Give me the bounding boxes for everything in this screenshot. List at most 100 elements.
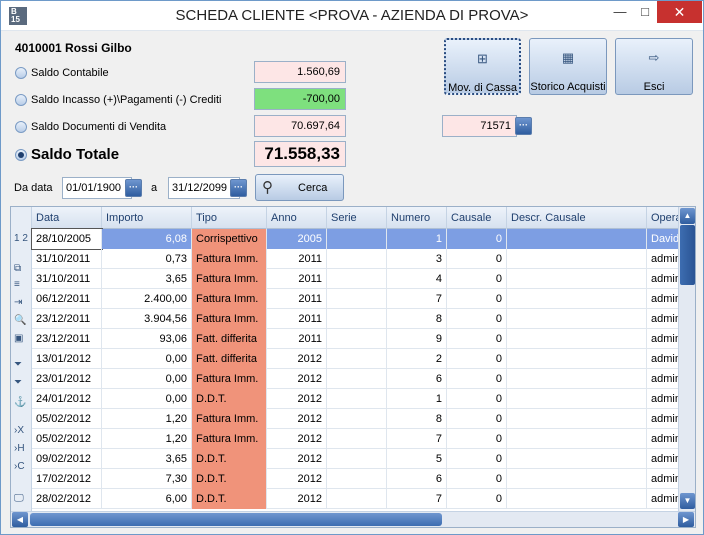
table-row[interactable]: 05/02/2012 1,20 Fattura Imm. 2012 8 0 admin: [32, 409, 687, 429]
table-row[interactable]: 23/12/2011 93,06 Fatt. differita 2011 9 0 admi…: [32, 329, 687, 349]
cell-descr[interactable]: [507, 309, 647, 329]
cell-anno[interactable]: 2012: [267, 449, 327, 469]
cell-importo[interactable]: 3,65: [102, 269, 192, 289]
cell-descr[interactable]: [507, 469, 647, 489]
table-row[interactable]: 17/02/2012 7,30 D.D.T. 2012 6 0 admin: [32, 469, 687, 489]
cell-tipo[interactable]: D.D.T.: [192, 469, 267, 489]
table-row[interactable]: 24/01/2012 0,00 D.D.T. 2012 1 0 admin: [32, 389, 687, 409]
column-header-causale[interactable]: Causale: [447, 207, 507, 229]
cell-data[interactable]: 13/01/2012: [32, 349, 102, 369]
cell-anno[interactable]: 2011: [267, 249, 327, 269]
cell-anno[interactable]: 2012: [267, 369, 327, 389]
cell-data[interactable]: 05/02/2012: [32, 409, 102, 429]
cell-descr[interactable]: [507, 289, 647, 309]
cell-data[interactable]: 31/10/2011: [32, 269, 102, 289]
cell-numero[interactable]: 7: [387, 289, 447, 309]
cell-descr[interactable]: [507, 409, 647, 429]
remove-x-icon[interactable]: ›X: [14, 425, 24, 436]
radio-saldo-documenti[interactable]: [15, 121, 27, 133]
esci-button[interactable]: ⇨ Esci: [615, 38, 693, 95]
cell-tipo[interactable]: Fattura Imm.: [192, 429, 267, 449]
cell-causale[interactable]: 0: [447, 309, 507, 329]
horizontal-scrollbar[interactable]: ◀ ▶: [11, 511, 695, 527]
cell-causale[interactable]: 0: [447, 289, 507, 309]
search-icon[interactable]: 🔍: [14, 315, 26, 326]
table-row[interactable]: 31/10/2011 0,73 Fattura Imm. 2011 3 0 admin: [32, 249, 687, 269]
cell-importo[interactable]: 0,00: [102, 349, 192, 369]
cell-numero[interactable]: 4: [387, 269, 447, 289]
cell-data[interactable]: 31/10/2011: [32, 249, 102, 269]
cell-numero[interactable]: 3: [387, 249, 447, 269]
cell-tipo[interactable]: Corrispettivo: [192, 229, 267, 249]
cell-descr[interactable]: [507, 369, 647, 389]
cell-importo[interactable]: 3,65: [102, 449, 192, 469]
cerca-button[interactable]: ⚲ Cerca: [255, 174, 344, 201]
cell-descr[interactable]: [507, 449, 647, 469]
cell-numero[interactable]: 8: [387, 409, 447, 429]
cell-causale[interactable]: 0: [447, 369, 507, 389]
scroll-down-icon[interactable]: ▼: [680, 493, 695, 509]
table-row[interactable]: 13/01/2012 0,00 Fatt. differita 2012 2 0 admin: [32, 349, 687, 369]
cell-numero[interactable]: 6: [387, 369, 447, 389]
filter-icon[interactable]: ⏷: [14, 359, 22, 370]
mov-cassa-button[interactable]: ⊞ Mov. di Cassa: [444, 38, 521, 95]
cell-anno[interactable]: 2011: [267, 309, 327, 329]
row-number-icon[interactable]: 1 2: [14, 233, 28, 244]
cell-descr[interactable]: [507, 429, 647, 449]
cell-anno[interactable]: 2012: [267, 389, 327, 409]
cell-anno[interactable]: 2005: [267, 229, 327, 249]
from-date-input[interactable]: 01/01/1900: [62, 177, 132, 199]
copy-icon[interactable]: ⧉: [14, 263, 21, 274]
cell-numero[interactable]: 8: [387, 309, 447, 329]
cell-serie[interactable]: [327, 369, 387, 389]
cell-importo[interactable]: 6,00: [102, 489, 192, 509]
table-row[interactable]: 28/02/2012 6,00 D.D.T. 2012 7 0 admin: [32, 489, 687, 509]
cell-tipo[interactable]: D.D.T.: [192, 389, 267, 409]
cell-causale[interactable]: 0: [447, 229, 507, 249]
column-header-tipo[interactable]: Tipo: [192, 207, 267, 229]
cell-serie[interactable]: [327, 329, 387, 349]
cell-numero[interactable]: 2: [387, 349, 447, 369]
maximize-button[interactable]: □: [633, 1, 657, 23]
cell-descr[interactable]: [507, 349, 647, 369]
cell-serie[interactable]: [327, 409, 387, 429]
cell-anno[interactable]: 2011: [267, 289, 327, 309]
cell-serie[interactable]: [327, 289, 387, 309]
cell-importo[interactable]: 7,30: [102, 469, 192, 489]
table-row[interactable]: 23/12/2011 3.904,56 Fattura Imm. 2011 8 0 admi…: [32, 309, 687, 329]
column-header-numero[interactable]: Numero: [387, 207, 447, 229]
cell-serie[interactable]: [327, 389, 387, 409]
cell-anno[interactable]: 2012: [267, 469, 327, 489]
cell-numero[interactable]: 1: [387, 229, 447, 249]
cell-tipo[interactable]: D.D.T.: [192, 489, 267, 509]
remove-h-icon[interactable]: ›H: [14, 443, 25, 454]
cell-data[interactable]: 17/02/2012: [32, 469, 102, 489]
table-row[interactable]: 05/02/2012 1,20 Fattura Imm. 2012 7 0 admin: [32, 429, 687, 449]
column-header-importo[interactable]: Importo: [102, 207, 192, 229]
cell-numero[interactable]: 9: [387, 329, 447, 349]
doc-ref-field[interactable]: 71571: [442, 115, 517, 137]
cell-descr[interactable]: [507, 329, 647, 349]
cell-serie[interactable]: [327, 269, 387, 289]
doc-ref-browse-button[interactable]: ···: [515, 117, 532, 135]
cell-serie[interactable]: [327, 449, 387, 469]
cell-causale[interactable]: 0: [447, 269, 507, 289]
cell-data[interactable]: 24/01/2012: [32, 389, 102, 409]
cell-numero[interactable]: 6: [387, 469, 447, 489]
cell-descr[interactable]: [507, 229, 647, 249]
cell-tipo[interactable]: Fattura Imm.: [192, 309, 267, 329]
anchor-icon[interactable]: ⚓: [14, 397, 26, 408]
vertical-scroll-thumb[interactable]: [680, 225, 695, 285]
cell-anno[interactable]: 2012: [267, 489, 327, 509]
cell-causale[interactable]: 0: [447, 409, 507, 429]
table-row[interactable]: 28/10/2005 6,08 Corrispettivo 2005 1 0 Davide: [31, 228, 687, 250]
cell-tipo[interactable]: Fattura Imm.: [192, 409, 267, 429]
grid-icon[interactable]: ▣: [14, 333, 23, 344]
filter-clear-icon[interactable]: ⏷: [14, 377, 22, 388]
cell-data[interactable]: 28/02/2012: [32, 489, 102, 509]
cell-tipo[interactable]: Fattura Imm.: [192, 249, 267, 269]
cell-importo[interactable]: 0,00: [102, 389, 192, 409]
cell-tipo[interactable]: Fatt. differita: [192, 329, 267, 349]
cell-serie[interactable]: [327, 469, 387, 489]
cell-data[interactable]: 23/12/2011: [32, 329, 102, 349]
